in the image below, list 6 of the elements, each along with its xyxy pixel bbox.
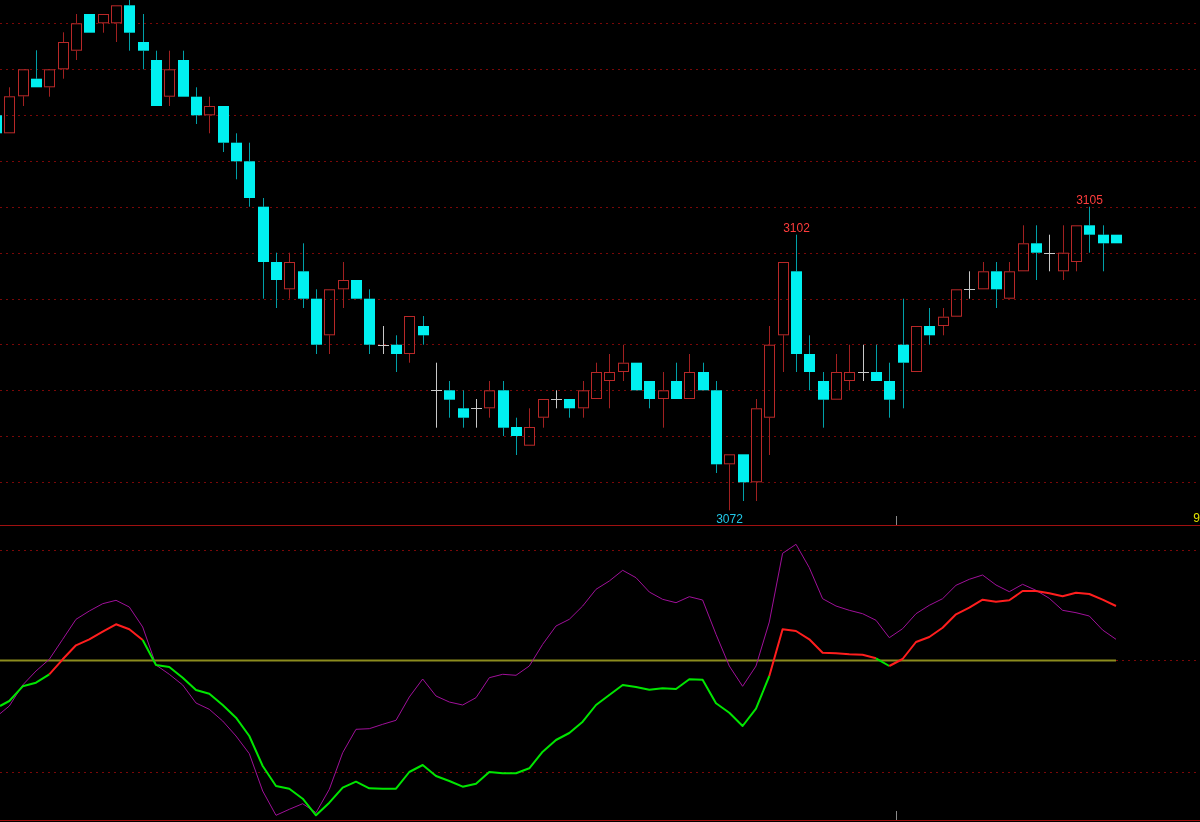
tick-mark bbox=[896, 515, 897, 525]
price-label: 3105 bbox=[1076, 192, 1103, 207]
price-label: 3102 bbox=[783, 220, 810, 235]
tick-mark bbox=[896, 810, 897, 821]
price-label: 3072 bbox=[716, 512, 743, 525]
axis-label: 9 bbox=[1193, 510, 1200, 525]
